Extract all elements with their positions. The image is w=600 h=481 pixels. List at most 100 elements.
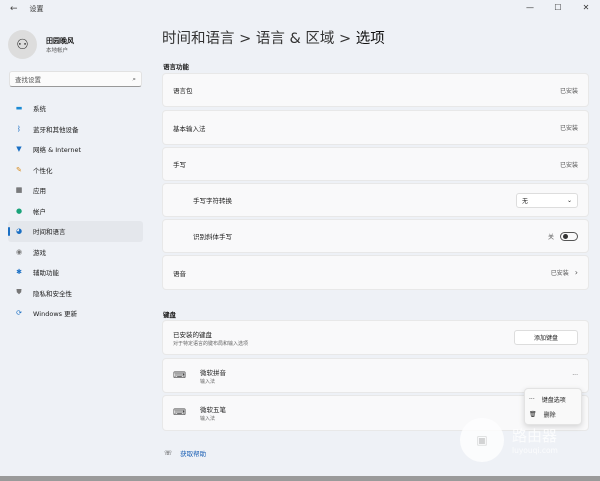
search-input[interactable]: 查找设置 ⌕ (9, 71, 142, 87)
sidebar-item-label: 辅助功能 (33, 269, 59, 278)
row-label: 识别斜体手写 (193, 233, 232, 241)
menu-item-keyboard-options[interactable]: ··· 键盘选项 (529, 392, 577, 407)
handwriting-row: 手写 已安装 (162, 147, 589, 181)
more-options-button[interactable]: ··· (572, 372, 578, 379)
nav-icon: ▬ (15, 104, 23, 113)
conversion-dropdown[interactable]: 无 ⌄ (516, 192, 578, 208)
keyboard-icon: ⌨ (173, 370, 186, 381)
chevron-down-icon: ⌄ (566, 196, 572, 204)
minimize-button[interactable]: — (516, 0, 544, 16)
sidebar-item[interactable]: ● 帐户 (8, 201, 143, 222)
search-icon: ⌕ (132, 74, 136, 83)
sidebar-item-label: 蓝牙和其他设备 (33, 125, 79, 134)
sidebar-item-label: 网络 & Internet (33, 146, 82, 155)
breadcrumb-time-language[interactable]: 时间和语言 (162, 31, 235, 47)
sidebar-item-label: 应用 (33, 187, 46, 196)
breadcrumb-separator: > (339, 31, 352, 47)
breadcrumb-language-region[interactable]: 语言 & 区域 (256, 31, 335, 47)
chevron-right-icon: › (574, 268, 578, 277)
toggle-state: 关 (547, 233, 554, 241)
watermark: ▣ 路由器 luyouqi.com (460, 418, 558, 462)
sidebar-item-label: 隐私和安全性 (33, 289, 72, 298)
sidebar-item[interactable]: ◉ 游戏 (8, 242, 143, 263)
sidebar-item-label: 时间和语言 (33, 228, 66, 237)
breadcrumb-separator: > (239, 31, 252, 47)
sidebar-item[interactable]: ⟳ Windows 更新 (8, 303, 143, 324)
title-bar: ← 设置 — ☐ ✕ (0, 0, 600, 18)
watermark-title: 路由器 (512, 427, 558, 445)
italic-toggle[interactable] (560, 231, 578, 241)
status-text: 已安装 (559, 161, 578, 169)
row-description: 对于特定语言的键布局和输入选项 (173, 340, 249, 347)
handwriting-conversion-row: 手写字符转换无 ⌄ (162, 183, 589, 217)
language-pack-row: 语言包 已安装 (162, 73, 589, 107)
search-placeholder: 查找设置 (15, 76, 41, 84)
profile-type: 本地帐户 (46, 47, 69, 54)
nav-icon: ⟳ (16, 309, 22, 318)
keyboard-icon: ⌨ (173, 408, 186, 418)
menu-label: 键盘选项 (541, 397, 566, 404)
speech-row[interactable]: 语音 已安装 › (162, 255, 589, 290)
basic-input-row: 基本输入法 已安装 (162, 110, 589, 145)
breadcrumb: 时间和语言 > 语言 & 区域 > 选项 (162, 27, 385, 48)
row-label: 语言包 (173, 87, 193, 95)
more-icon: ··· (529, 396, 535, 403)
sidebar-item[interactable]: ◕ 时间和语言 (8, 221, 143, 242)
help-icon: ☏ (164, 449, 173, 457)
keyboard-name: 微软拼音 (200, 368, 226, 377)
sidebar-item-label: 帐户 (33, 207, 46, 216)
nav-icon: ▦ (15, 186, 23, 195)
get-help-link[interactable]: ☏ 获取帮助 (164, 448, 206, 458)
sidebar-item-label: 游戏 (33, 248, 46, 257)
sidebar-item[interactable]: ✎ 个性化 (8, 160, 143, 181)
keyboard-type: 输入法 (200, 378, 216, 385)
nav-icon: ◉ (15, 247, 23, 256)
sidebar-item[interactable]: ▼ 网络 & Internet (8, 139, 143, 160)
row-label: 语音 (173, 269, 186, 278)
router-logo-icon: ▣ (460, 418, 504, 462)
help-label: 获取帮助 (180, 450, 207, 458)
nav-icon: ᛒ (16, 124, 22, 133)
profile[interactable]: ⚇ 田园晚风本地帐户 (8, 30, 74, 59)
keyboard-name: 微软五笔 (200, 406, 226, 414)
nav-icon: ▼ (16, 145, 22, 154)
section-language-features: 语言功能 (163, 63, 189, 71)
nav-icon: ✎ (16, 165, 22, 174)
avatar-icon: ⚇ (8, 30, 37, 59)
profile-name: 田园晚风 (46, 36, 74, 45)
installed-keyboards-row: 已安装的键盘 对于特定语言的键布局和输入选项 添加键盘 (162, 320, 589, 355)
section-keyboard: 键盘 (163, 311, 176, 319)
keyboard-type: 输入法 (200, 416, 216, 422)
nav-icon: ◕ (15, 227, 23, 236)
trash-icon: 🗑 (529, 411, 537, 418)
nav-icon: ✱ (16, 268, 22, 277)
sidebar-item[interactable]: ⛊ 隐私和安全性 (8, 283, 143, 304)
sidebar-nav: ▬ 系统 ᛒ 蓝牙和其他设备 ▼ 网络 & Internet ✎ 个性化 ▦ 应用 ● 帐户 ◕ 时间和语… (8, 98, 143, 324)
sidebar-item[interactable]: ᛒ 蓝牙和其他设备 (8, 119, 143, 140)
maximize-button[interactable]: ☐ (544, 0, 572, 16)
close-button[interactable]: ✕ (572, 0, 600, 16)
dropdown-value: 无 (522, 197, 529, 205)
app-title: 设置 (29, 5, 44, 13)
row-label: 手写字符转换 (193, 197, 232, 205)
row-label: 已安装的键盘 (173, 330, 212, 339)
sidebar-item-label: 系统 (33, 105, 46, 114)
nav-icon: ⛊ (16, 288, 22, 297)
sidebar-item-label: Windows 更新 (33, 310, 78, 319)
sidebar-item-label: 个性化 (33, 166, 53, 175)
back-button[interactable]: ← (10, 4, 18, 14)
status-text: 已安装 (550, 270, 569, 277)
status-text: 已安装 (559, 125, 578, 132)
italic-handwriting-row: 识别斜体手写 关 (162, 219, 589, 253)
status-text: 已安装 (559, 87, 578, 95)
add-keyboard-button[interactable]: 添加键盘 (514, 330, 578, 345)
taskbar-edge (0, 476, 600, 481)
page-title: 选项 (355, 31, 385, 47)
sidebar-item[interactable]: ▬ 系统 (8, 98, 143, 119)
nav-icon: ● (15, 206, 23, 215)
row-label: 手写 (173, 161, 186, 169)
sidebar-item[interactable]: ✱ 辅助功能 (8, 262, 143, 283)
row-label: 基本输入法 (173, 124, 206, 133)
sidebar-item[interactable]: ▦ 应用 (8, 180, 143, 201)
watermark-url: luyouqi.com (512, 446, 558, 455)
